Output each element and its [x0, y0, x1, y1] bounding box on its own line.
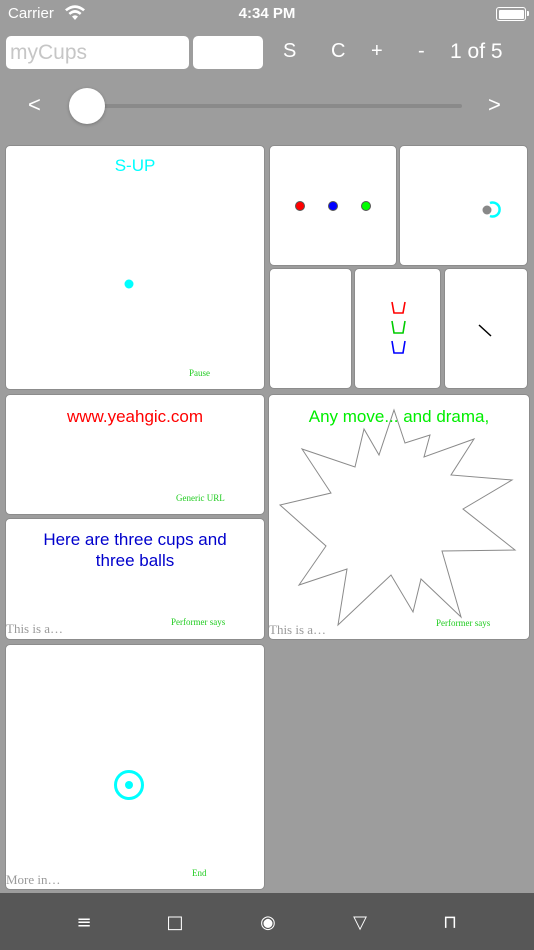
toolbar: S C + - 1 of 5 [0, 36, 534, 70]
tile-balls[interactable] [269, 145, 397, 266]
record-icon[interactable]: ◉ [253, 907, 283, 937]
tile-cups[interactable] [354, 268, 441, 389]
starburst [278, 408, 517, 627]
tile-title: Any move... and drama, [308, 407, 490, 426]
clock: 4:34 PM [238, 5, 296, 22]
tile-footer: Performer says [436, 618, 491, 628]
blue-ball [328, 201, 338, 211]
red-ball [295, 201, 305, 211]
spin-ball [482, 205, 492, 215]
tile-url[interactable]: www.yeahgic.com Generic URL [5, 394, 265, 515]
secondary-input[interactable] [193, 36, 263, 69]
wand [478, 324, 492, 337]
page-slider: < > [0, 88, 534, 124]
tile-sup[interactable]: S-UP Pause [5, 145, 265, 390]
tile-balls-drawing [295, 201, 371, 211]
bottom-toolbar: ≡ □ ◉ ▽ ⊓ [0, 893, 534, 950]
next-button[interactable]: > [488, 92, 501, 118]
tile-end[interactable]: End More in… [5, 644, 265, 890]
add-button[interactable]: + [371, 40, 383, 63]
page-counter: 1 of 5 [450, 40, 503, 63]
bracket-icon[interactable]: ⊓ [435, 907, 465, 937]
tile-footer: End [192, 868, 207, 878]
tile-wand-drawing [478, 324, 492, 337]
remove-button[interactable]: - [418, 40, 425, 63]
tile-drama-drawing [278, 408, 517, 627]
tile-title: Here are three cups and three balls [43, 530, 227, 570]
tile-empty[interactable] [269, 268, 352, 389]
menu-icon[interactable]: ≡ [69, 907, 99, 937]
tile-footer: Generic URL [176, 493, 225, 503]
name-input[interactable] [6, 36, 189, 69]
s-button[interactable]: S [283, 40, 296, 63]
tile-footer: Pause [189, 368, 210, 378]
square-icon[interactable]: □ [160, 907, 190, 937]
tile-wand[interactable] [444, 268, 528, 389]
tile-cups-drawing [391, 301, 406, 354]
tile-footer: Performer says [171, 617, 226, 627]
triangle-down-icon[interactable]: ▽ [345, 907, 375, 937]
tile-title: www.yeahgic.com [66, 407, 204, 426]
tile-sup-drawing [124, 279, 134, 289]
battery-icon [496, 7, 529, 21]
prev-button[interactable]: < [28, 92, 41, 118]
ball [124, 279, 134, 289]
tile-spin-drawing [482, 201, 501, 218]
green-cup [391, 320, 406, 334]
blue-cup [391, 340, 406, 354]
ring-dot [125, 781, 133, 789]
tile-more: More in… [6, 872, 61, 887]
tile-cups-text[interactable]: Here are three cups and three balls Perf… [5, 518, 265, 640]
green-ball [361, 201, 371, 211]
tile-spin[interactable] [399, 145, 528, 266]
tile-more: This is a… [6, 621, 64, 636]
status-bar: Carrier 4:34 PM [0, 0, 534, 28]
tile-more: This is a… [269, 622, 327, 637]
tile-drama[interactable]: Any move... and drama, Performer says Th… [268, 394, 530, 640]
slider-thumb[interactable] [69, 88, 105, 124]
slider-track[interactable] [86, 104, 462, 108]
tile-end-drawing [114, 770, 144, 800]
red-cup [391, 301, 406, 314]
c-button[interactable]: C [331, 40, 345, 63]
